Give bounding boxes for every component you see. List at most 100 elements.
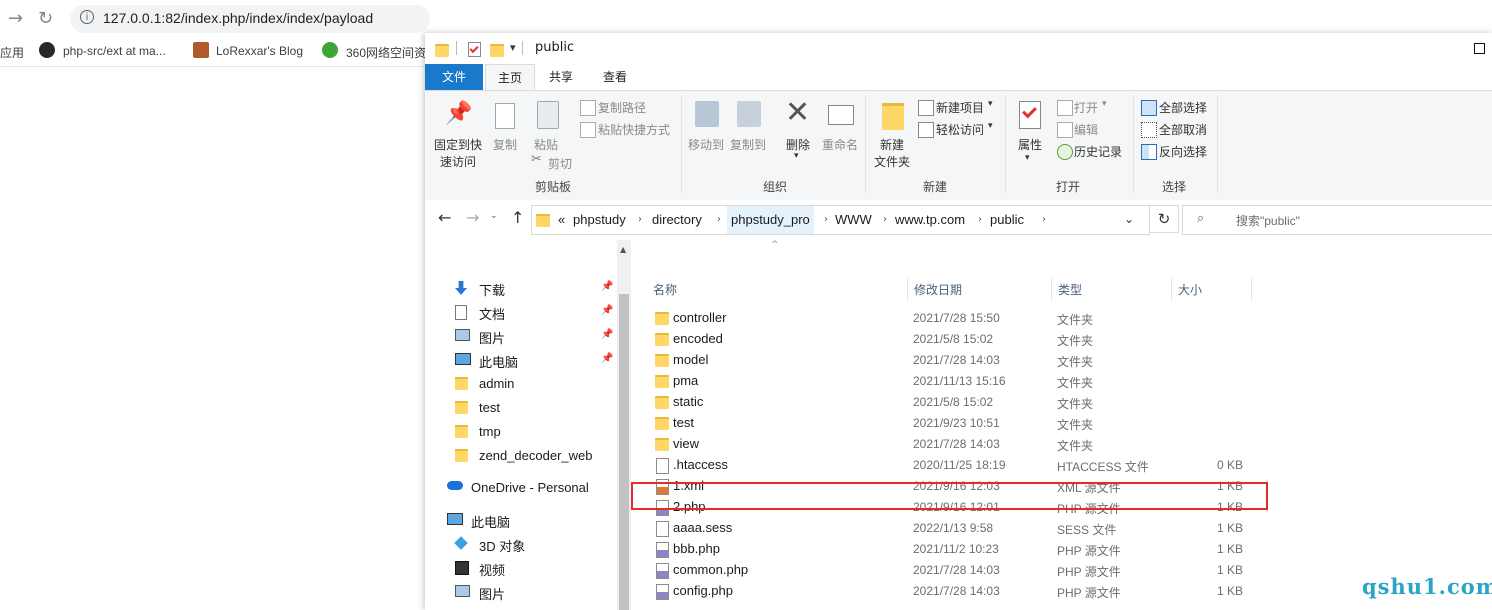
chevron-down-icon[interactable]: ▾ xyxy=(1102,99,1107,109)
bookmark-360[interactable]: 360网络空间资 xyxy=(346,44,426,61)
rename-button[interactable]: 重命名 xyxy=(822,136,858,153)
nav-item[interactable]: 此电脑 xyxy=(425,508,615,532)
nav-item[interactable]: 视频 xyxy=(425,556,615,580)
file-row[interactable]: aaaa.sess 2022/1/13 9:58 SESS 文件 1 KB xyxy=(631,518,1251,539)
edit-button[interactable]: 编辑 xyxy=(1074,121,1098,138)
select-none-button[interactable]: 全部取消 xyxy=(1159,121,1207,138)
copy-to-button[interactable]: 复制到 xyxy=(730,136,766,153)
file-row[interactable]: pma 2021/11/13 15:16 文件夹 xyxy=(631,371,1251,392)
paste-shortcut-button[interactable]: 粘贴快捷方式 xyxy=(598,121,670,138)
pin-icon[interactable]: 📌 xyxy=(601,281,613,292)
file-row[interactable]: encoded 2021/5/8 15:02 文件夹 xyxy=(631,329,1251,350)
file-row[interactable]: config.php 2021/7/28 14:03 PHP 源文件 1 KB xyxy=(631,581,1251,602)
pin-icon[interactable]: 📌 xyxy=(601,305,613,316)
chevron-right-icon[interactable]: › xyxy=(638,206,642,234)
chevron-down-icon[interactable]: ▾ xyxy=(510,41,516,54)
chevron-down-icon[interactable]: ▾ xyxy=(1025,153,1030,163)
breadcrumb-www-tp-com[interactable]: www.tp.com xyxy=(895,206,965,234)
maximize-icon[interactable] xyxy=(1474,43,1485,54)
new-folder-label-2[interactable]: 文件夹 xyxy=(874,153,910,170)
nav-item[interactable]: 图片 📌 xyxy=(425,324,615,348)
file-row[interactable]: test 2021/9/23 10:51 文件夹 xyxy=(631,413,1251,434)
up-icon[interactable]: ↑ xyxy=(511,208,524,227)
history-button[interactable]: 历史记录 xyxy=(1074,143,1122,160)
back-icon[interactable]: ← xyxy=(438,208,451,227)
easy-access-button[interactable]: 轻松访问 xyxy=(936,121,984,138)
new-item-button[interactable]: 新建项目 xyxy=(936,99,984,116)
pin-icon[interactable]: 📌 xyxy=(601,353,613,364)
breadcrumb-directory[interactable]: directory xyxy=(652,206,702,234)
breadcrumb-phpstudy-pro[interactable]: phpstudy_pro xyxy=(727,206,814,234)
chevron-right-icon[interactable]: › xyxy=(978,206,982,234)
breadcrumb-phpstudy[interactable]: phpstudy xyxy=(573,206,626,234)
select-all-button[interactable]: 全部选择 xyxy=(1159,99,1207,116)
file-type: PHP 源文件 xyxy=(1057,565,1121,579)
pin-quick-access-label-2[interactable]: 速访问 xyxy=(440,153,476,170)
scroll-up-icon[interactable]: ▲ xyxy=(620,245,626,254)
file-row[interactable]: bbb.php 2021/11/2 10:23 PHP 源文件 1 KB xyxy=(631,539,1251,560)
nav-item[interactable]: 图片 xyxy=(425,580,615,604)
breadcrumb-overflow[interactable]: « xyxy=(558,206,565,234)
bookmark-php-src[interactable]: php-src/ext at ma... xyxy=(63,44,166,58)
chevron-down-icon[interactable]: ▾ xyxy=(988,121,993,131)
pin-quick-access-label-1[interactable]: 固定到快 xyxy=(434,136,482,153)
breadcrumb[interactable]: « phpstudy › directory › phpstudy_pro › … xyxy=(531,205,1150,235)
chevron-right-icon[interactable]: › xyxy=(824,206,828,234)
breadcrumb-public[interactable]: public xyxy=(990,206,1024,234)
open-icon xyxy=(1057,100,1073,116)
group-label-new: 新建 xyxy=(923,180,948,194)
chevron-right-icon[interactable]: › xyxy=(883,206,887,234)
nav-item[interactable]: tmp xyxy=(425,420,615,444)
file-row[interactable]: common.php 2021/7/28 14:03 PHP 源文件 1 KB xyxy=(631,560,1251,581)
chevron-right-icon[interactable]: › xyxy=(1042,206,1046,234)
copy-path-button[interactable]: 复制路径 xyxy=(598,99,646,116)
new-folder-label-1[interactable]: 新建 xyxy=(880,136,904,153)
chevron-down-icon[interactable]: ▾ xyxy=(794,151,799,161)
nav-item[interactable]: 下载 📌 xyxy=(425,276,615,300)
chevron-down-icon[interactable]: ⌄ xyxy=(1124,212,1134,226)
invert-selection-button[interactable]: 反向选择 xyxy=(1159,143,1207,160)
reload-icon[interactable]: ↻ xyxy=(38,8,53,29)
nav-item[interactable]: 3D 对象 xyxy=(425,532,615,556)
nav-item[interactable]: zend_decoder_web xyxy=(425,444,615,468)
info-icon[interactable]: i xyxy=(80,10,94,24)
chevron-down-icon[interactable]: ⌄ xyxy=(490,211,498,221)
tab-home[interactable]: 主页 xyxy=(485,64,535,90)
forward-icon[interactable]: → xyxy=(466,208,479,227)
paste-button[interactable]: 粘贴 xyxy=(534,136,558,153)
file-row[interactable]: static 2021/5/8 15:02 文件夹 xyxy=(631,392,1251,413)
chevron-down-icon[interactable]: ▾ xyxy=(988,99,993,109)
search-input[interactable]: 搜索"public" xyxy=(1236,212,1300,229)
forward-icon[interactable]: → xyxy=(8,8,23,29)
nav-item[interactable]: OneDrive - Personal xyxy=(425,476,615,500)
properties-button[interactable]: 属性 xyxy=(1018,136,1042,153)
nav-item[interactable]: admin xyxy=(425,372,615,396)
copy-button[interactable]: 复制 xyxy=(493,136,517,153)
open-button[interactable]: 打开 xyxy=(1074,99,1098,116)
file-row[interactable]: .htaccess 2020/11/25 18:19 HTACCESS 文件 0 KB xyxy=(631,455,1251,476)
tab-share[interactable]: 共享 xyxy=(537,64,585,90)
file-row[interactable]: controller 2021/7/28 15:50 文件夹 xyxy=(631,308,1251,329)
pin-icon[interactable]: 📌 xyxy=(601,329,613,340)
cut-button[interactable]: 剪切 xyxy=(548,155,572,172)
file-row[interactable]: view 2021/7/28 14:03 文件夹 xyxy=(631,434,1251,455)
breadcrumb-www[interactable]: WWW xyxy=(835,206,872,234)
history-icon xyxy=(1057,144,1073,160)
chevron-right-icon[interactable]: › xyxy=(717,206,721,234)
tab-view[interactable]: 查看 xyxy=(591,64,639,90)
refresh-icon[interactable]: ↻ xyxy=(1149,205,1179,233)
file-row[interactable]: model 2021/7/28 14:03 文件夹 xyxy=(631,350,1251,371)
nav-scroll-thumb[interactable] xyxy=(619,294,629,610)
nav-item[interactable]: 此电脑 📌 xyxy=(425,348,615,372)
nav-item[interactable]: 文档 📌 xyxy=(425,300,615,324)
new-folder-icon[interactable] xyxy=(490,44,504,57)
bookmark-apps[interactable]: 应用 xyxy=(0,44,24,61)
bookmark-lorexxar[interactable]: LoRexxar's Blog xyxy=(216,44,303,58)
nav-item[interactable]: test xyxy=(425,396,615,420)
move-to-button[interactable]: 移动到 xyxy=(688,136,724,153)
file-name: encoded xyxy=(673,331,723,346)
tab-file[interactable]: 文件 xyxy=(425,64,483,90)
search-box[interactable]: ⌕ 搜索"public" xyxy=(1182,205,1492,235)
url-text[interactable]: 127.0.0.1:82/index.php/index/index/paylo… xyxy=(103,10,373,26)
title-bar: ▾ public xyxy=(425,33,1492,64)
